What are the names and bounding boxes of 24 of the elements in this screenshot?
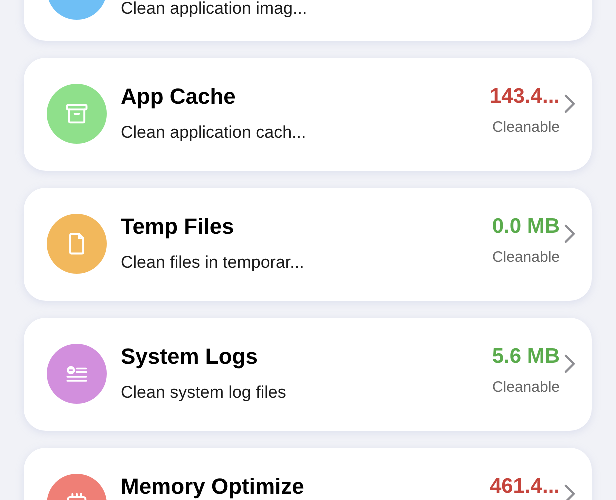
chevron-right-icon xyxy=(564,354,576,374)
size-value: 5.6 MB xyxy=(492,346,560,368)
size-value: 143.4... xyxy=(490,86,560,108)
item-title: Memory Optimize xyxy=(121,476,306,498)
status-label: Cleanable xyxy=(492,119,560,137)
status-label: Cleanable xyxy=(492,249,560,267)
size-value: 0.0 MB xyxy=(492,216,560,238)
size-value: 461.4... xyxy=(490,476,560,498)
cleaner-card[interactable]: App Cache Clean application cach... 143.4... Cleanable xyxy=(24,58,592,171)
cleaner-card[interactable]: Memory Optimize 461.4... xyxy=(24,448,592,500)
chevron-right-icon xyxy=(564,94,576,114)
item-description: Clean application cach... xyxy=(121,124,308,142)
item-description: Clean system log files xyxy=(121,384,288,402)
item-description: Clean application imag... xyxy=(121,0,308,18)
cleaner-card[interactable]: Temp Files Clean files in temporar... 0.0 MB Cleanable xyxy=(24,188,592,301)
cleaner-card[interactable]: Clean application imag... xyxy=(24,0,592,41)
item-title: Temp Files xyxy=(121,216,236,238)
status-label: Cleanable xyxy=(492,379,560,397)
chevron-right-icon xyxy=(564,224,576,244)
chevron-right-icon xyxy=(564,484,576,500)
cleaner-card[interactable]: System Logs Clean system log files 5.6 MB Cleanable xyxy=(24,318,592,431)
item-title: App Cache xyxy=(121,86,237,108)
item-title: System Logs xyxy=(121,346,259,368)
item-description: Clean files in temporar... xyxy=(121,254,306,272)
